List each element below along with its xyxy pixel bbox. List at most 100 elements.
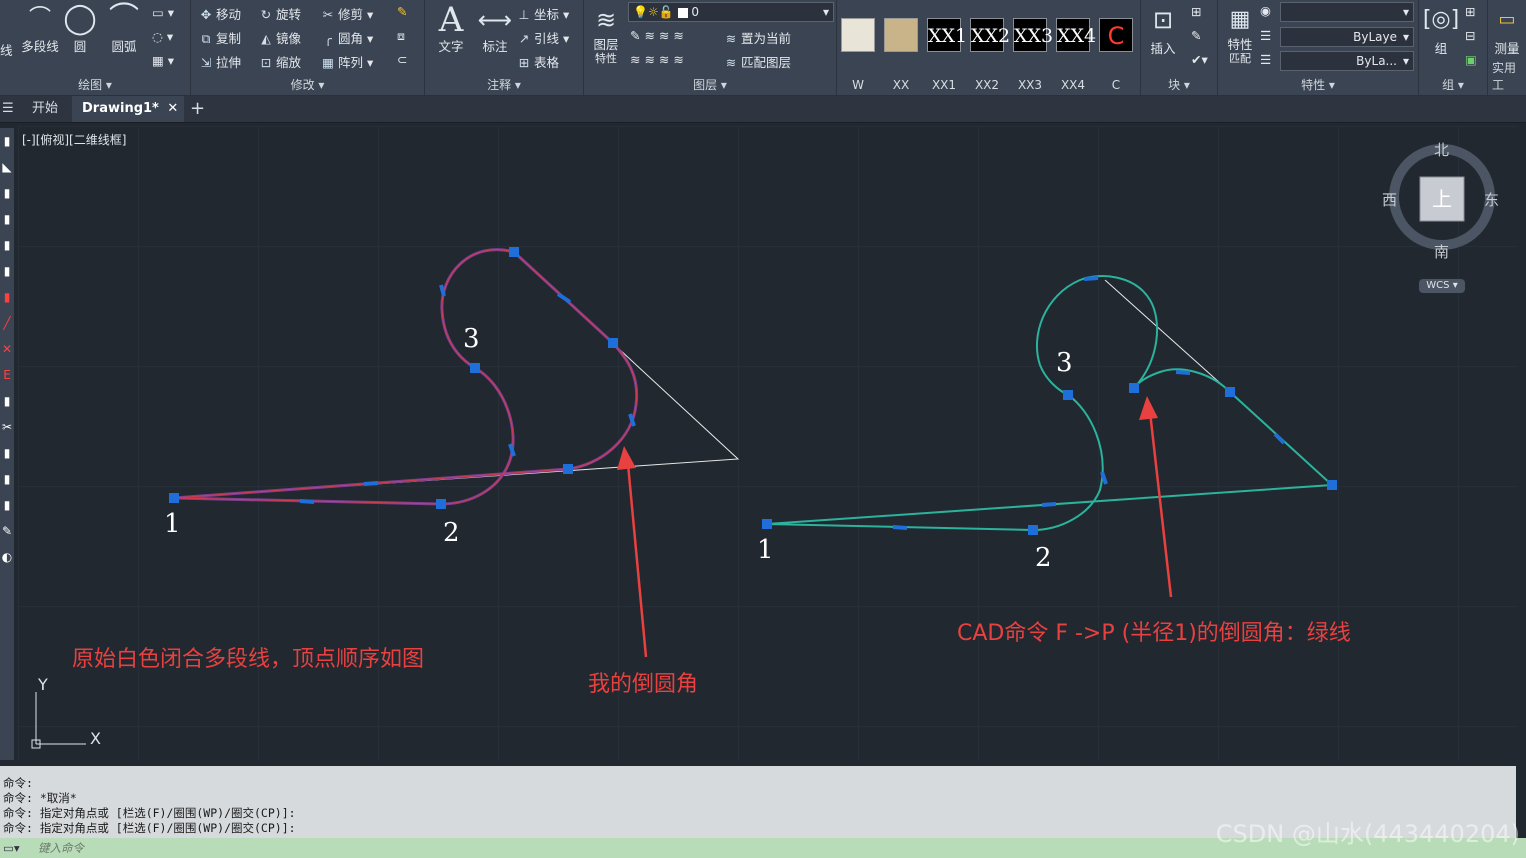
- new-tab-button[interactable]: +: [180, 96, 215, 122]
- block-w-thumbnail[interactable]: [841, 18, 875, 52]
- grip[interactable]: [1327, 480, 1337, 490]
- linetype-dropdown[interactable]: ByLaye ▾: [1280, 27, 1414, 47]
- text-button[interactable]: A 文字: [431, 0, 471, 55]
- block-c-button[interactable]: C: [1099, 18, 1133, 52]
- line-tool-label[interactable]: 线: [0, 40, 13, 59]
- layer-tools-row2[interactable]: ≋ ≋ ≋ ≋: [630, 52, 684, 67]
- draw-panel-title[interactable]: 绘图 ▾: [0, 76, 190, 93]
- attribute-icon[interactable]: ✔▾: [1191, 52, 1208, 67]
- offset-icon[interactable]: ⊂: [397, 52, 407, 67]
- grip[interactable]: [563, 464, 573, 474]
- rotate-button[interactable]: ↻ 旋转: [259, 4, 301, 23]
- group-icon: [◎]: [1422, 7, 1460, 32]
- block-xx1-button[interactable]: XX1: [927, 18, 967, 52]
- viewcube-compass[interactable]: 北 南 西 东 上: [1382, 141, 1499, 261]
- compass-east[interactable]: 东: [1484, 189, 1499, 210]
- groups-panel-title[interactable]: 组 ▾: [1419, 76, 1487, 93]
- group-edit-icon[interactable]: ⊟: [1465, 28, 1475, 43]
- arc-icon: ⌒: [109, 1, 139, 36]
- grip[interactable]: [436, 499, 446, 509]
- rectangle-icon[interactable]: ▭ ▾: [152, 5, 174, 20]
- ruler-icon: ▭: [1498, 9, 1516, 30]
- explode-icon[interactable]: ⧈: [397, 28, 405, 44]
- hatch-icon[interactable]: ◌ ▾: [152, 29, 173, 44]
- layer-tools-row1[interactable]: ✎ ≋ ≋ ≋: [630, 28, 684, 43]
- layer-dropdown[interactable]: 💡☼🔓 0 ▾: [628, 2, 834, 22]
- scale-button[interactable]: ⊡ 缩放: [259, 52, 301, 71]
- array-button[interactable]: ▦ 阵列 ▾: [321, 52, 373, 71]
- left-tool-icons[interactable]: ▮ ◣ ▮ ▮ ▮ ▮ ▮ ╱ ✕ E ▮ ✂ ▮ ▮ ▮ ✎ ◐: [0, 128, 14, 570]
- viewcube-top-face[interactable]: 上: [1428, 183, 1456, 212]
- match-props-label1: 特性: [1227, 37, 1253, 52]
- erase-icon[interactable]: ✎: [397, 4, 407, 19]
- annotation-panel-title[interactable]: 注释 ▾: [425, 76, 583, 93]
- coordinate-button[interactable]: ⊥ 坐标 ▾: [517, 4, 570, 23]
- fillet-button[interactable]: ╭ 圆角 ▾: [321, 28, 373, 47]
- insert-icon: ⊡: [1152, 6, 1174, 34]
- tab-start[interactable]: 开始: [22, 96, 68, 122]
- polyline-button[interactable]: ⌒ 多段线: [20, 2, 60, 55]
- block-panel-title[interactable]: 块 ▾: [1141, 76, 1217, 93]
- grip[interactable]: [608, 338, 618, 348]
- gradient-icon[interactable]: ▦ ▾: [152, 53, 174, 68]
- group-select-icon[interactable]: ▣: [1465, 52, 1477, 67]
- compass-north[interactable]: 北: [1434, 139, 1449, 160]
- grip[interactable]: [1225, 387, 1235, 397]
- grip[interactable]: [1129, 383, 1139, 393]
- modify-panel-title[interactable]: 修改 ▾: [191, 76, 424, 93]
- table-button[interactable]: ⊞ 表格: [517, 52, 559, 71]
- tab-drawing1[interactable]: Drawing1* ✕: [72, 96, 185, 122]
- dimension-button[interactable]: ⟷ 标注: [475, 0, 515, 55]
- block-xx-thumbnail[interactable]: [884, 18, 918, 52]
- compass-south[interactable]: 南: [1434, 241, 1449, 262]
- grip[interactable]: [1028, 525, 1038, 535]
- grip[interactable]: [1063, 390, 1073, 400]
- copy-button[interactable]: ⧉ 复制: [199, 28, 241, 47]
- color-wheel-icon[interactable]: ◉: [1260, 3, 1271, 18]
- move-button[interactable]: ✥ 移动: [199, 4, 241, 23]
- ungroup-icon[interactable]: ⊞: [1465, 4, 1475, 19]
- grip[interactable]: [509, 247, 519, 257]
- close-icon[interactable]: ✕: [167, 101, 178, 116]
- fillet-icon: ╭: [324, 31, 332, 46]
- measure-button[interactable]: ▭ 测量: [1488, 2, 1526, 57]
- menu-icon[interactable]: ☰: [0, 96, 16, 122]
- wcs-menu[interactable]: WCS ▾: [1419, 279, 1465, 293]
- layers-panel-title[interactable]: 图层 ▾: [584, 76, 836, 93]
- match-properties-button[interactable]: ▦ 特性 匹配: [1220, 2, 1260, 66]
- insert-button[interactable]: ⊡ 插入: [1143, 2, 1183, 57]
- arc-button[interactable]: ⌒ 圆弧: [104, 2, 144, 55]
- mirror-button[interactable]: ◭ 镜像: [259, 28, 301, 47]
- circle-button[interactable]: ◯ 圆: [62, 2, 98, 55]
- caption-original-polyline: 原始白色闭合多段线，顶点顺序如图: [72, 647, 424, 672]
- block-xx2-button[interactable]: XX2: [970, 18, 1010, 52]
- create-block-icon[interactable]: ⊞: [1191, 4, 1201, 19]
- sun-icon: ☼: [647, 5, 659, 19]
- measure-label: 测量: [1494, 41, 1520, 56]
- viewport-controls-label[interactable]: [-][俯视][二维线框]: [22, 131, 126, 148]
- match-layer-button[interactable]: ≋ 匹配图层: [724, 52, 791, 71]
- grip[interactable]: [169, 493, 179, 503]
- compass-west[interactable]: 西: [1382, 189, 1397, 210]
- leader-button[interactable]: ↗ 引线 ▾: [517, 28, 570, 47]
- set-current-button[interactable]: ≋ 置为当前: [724, 28, 791, 47]
- lineweight-dropdown[interactable]: ByLa... ▾: [1280, 51, 1414, 71]
- layer-properties-button[interactable]: ≋ 图层 特性: [586, 2, 626, 66]
- grip[interactable]: [762, 519, 772, 529]
- edit-block-icon[interactable]: ✎: [1191, 28, 1201, 43]
- utilities-panel-title[interactable]: 实用工: [1492, 59, 1526, 93]
- stretch-button[interactable]: ⇲ 拉伸: [199, 52, 241, 71]
- properties-panel-title[interactable]: 特性 ▾: [1218, 76, 1418, 93]
- group-button[interactable]: [◎] 组: [1421, 2, 1461, 57]
- trim-button[interactable]: ✂ 修剪 ▾: [321, 4, 374, 23]
- table-icon: ⊞: [518, 55, 530, 70]
- drawing-canvas[interactable]: 1 2 3 1 2 3 原始白色闭合多段线，顶点顺序如图 我的倒圆角 CAD命令…: [18, 126, 1518, 762]
- command-prompt-icon[interactable]: ▭▾: [3, 838, 20, 858]
- caption-cad-fillet: CAD命令 F ->P (半径1)的倒圆角：绿线: [957, 621, 1351, 646]
- current-layer-name: 0: [691, 5, 699, 19]
- block-panel: ⊡ 插入 ⊞ ✎ ✔▾ 块 ▾: [1141, 0, 1218, 95]
- block-xx3-button[interactable]: XX3: [1013, 18, 1053, 52]
- color-dropdown[interactable]: ▾: [1280, 2, 1414, 22]
- grip[interactable]: [470, 363, 480, 373]
- block-xx4-button[interactable]: XX4: [1056, 18, 1096, 52]
